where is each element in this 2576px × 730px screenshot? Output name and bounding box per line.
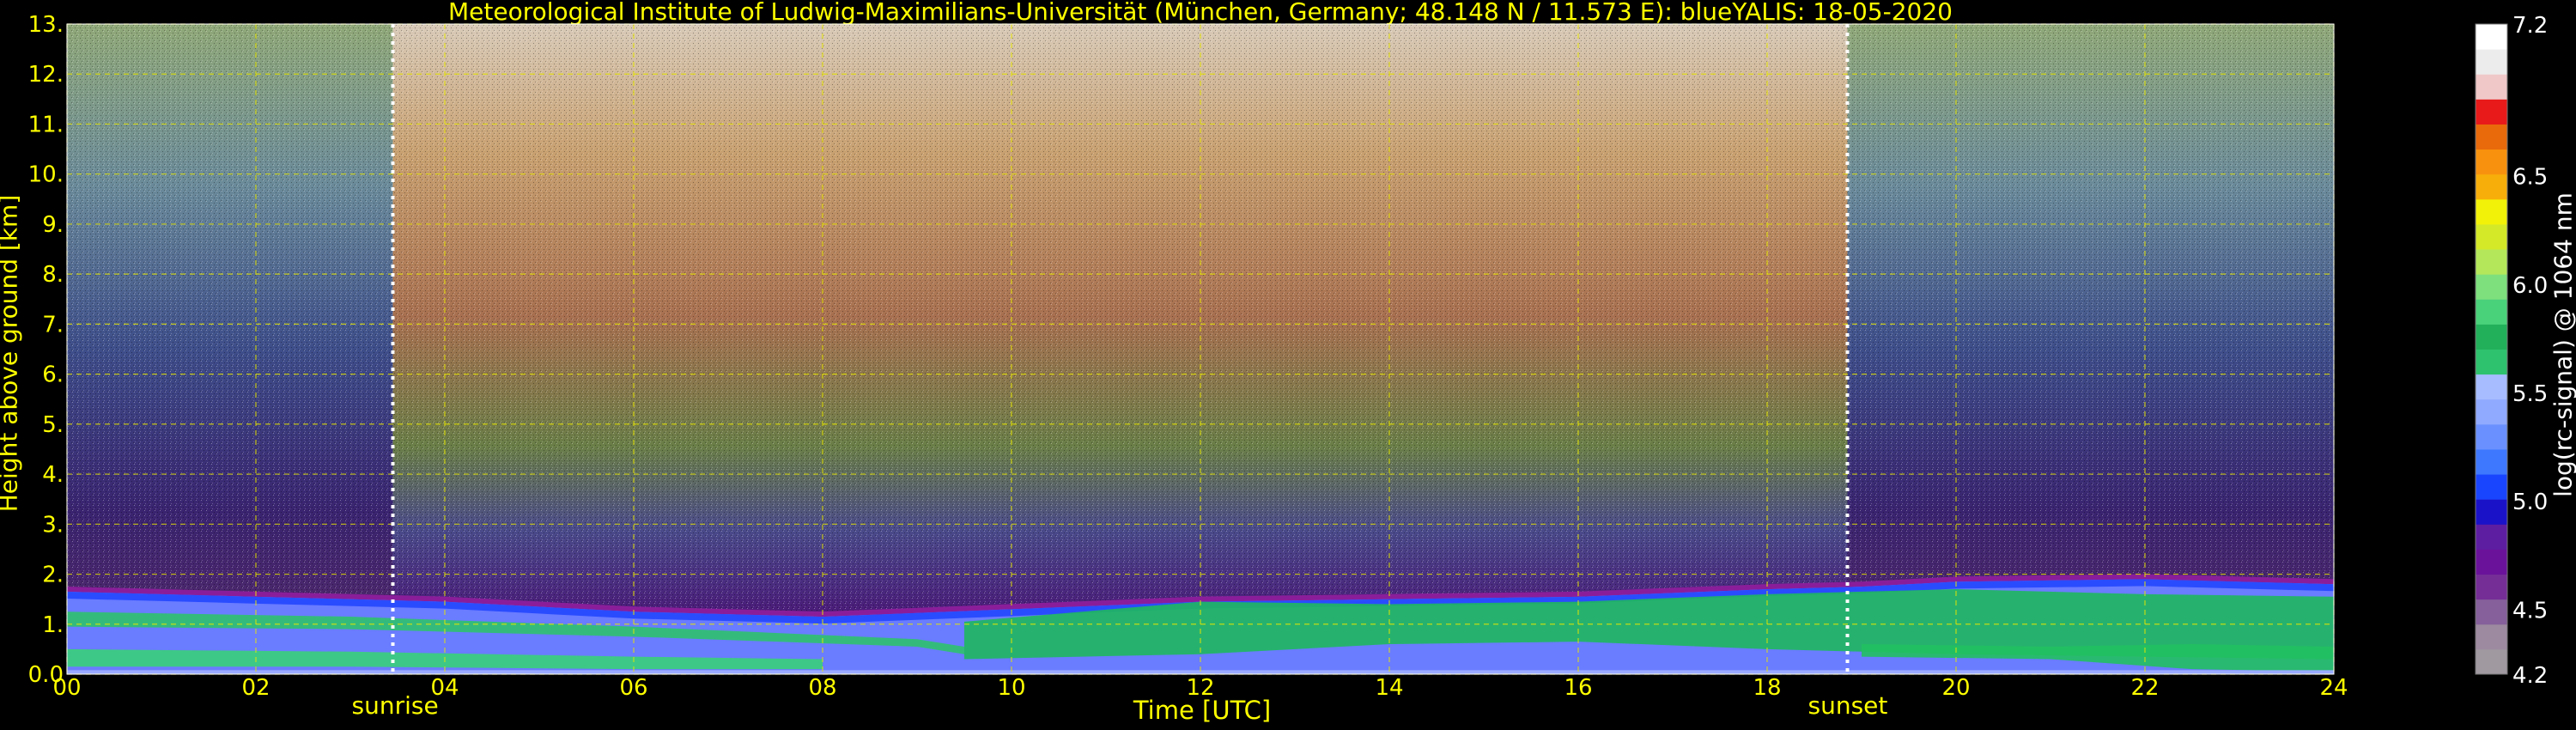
x-tick-label: 02 [241,675,270,701]
y-tick-label: 1. [42,612,64,638]
y-axis-label: Height above ground [km] [0,194,23,513]
y-tick-labels: 0.0 1. 2. 3. 4. 5. 6. 7. 8. 9. 10. 11. 12. 13. [28,12,64,688]
colorbar-segment [2476,24,2507,50]
colorbar-tick-label: 6.5 [2512,165,2548,191]
colorbar-tick-label: 5.0 [2512,490,2548,515]
lidar-chart: Meteorological Institute of Ludwig-Maxim… [0,0,2576,730]
x-axis-label: Time [UTC] [1133,696,1272,725]
y-tick-label: 2. [42,563,64,588]
y-tick-label: 12. [28,62,64,88]
colorbar-segment [2476,374,2507,400]
y-tick-label: 10. [28,162,64,188]
x-tick-label: 22 [2130,675,2159,701]
colorbar-segment [2476,474,2507,500]
colorbar-segment [2476,249,2507,275]
x-tick-label: 08 [808,675,836,701]
y-tick-label: 5. [42,412,64,438]
y-tick-label: 6. [42,362,64,388]
y-tick-label: 9. [42,212,64,238]
colorbar-segment [2476,499,2507,525]
colorbar-segment [2476,549,2507,575]
colorbar-segment [2476,599,2507,625]
y-tick-label: 3. [42,512,64,538]
colorbar-tick-label: 7.2 [2512,13,2548,39]
colorbar-segment [2476,49,2507,75]
colorbar-segment [2476,349,2507,375]
y-tick-label: 8. [42,262,64,288]
colorbar-segment [2476,524,2507,550]
chart-canvas: 00 02 04 06 08 10 12 14 16 18 20 22 24 0.01.2.3.4.5.… [28,12,2549,701]
colorbar-segment [2476,648,2507,675]
x-tick-label: 06 [619,675,647,701]
colorbar-segment [2476,423,2507,450]
colorbar-segment [2476,274,2507,300]
colorbar-segment [2476,223,2507,250]
y-tick-label: 11. [28,112,64,137]
colorbar-tick-label: 6.0 [2512,273,2548,299]
colorbar-segment [2476,198,2507,225]
colorbar-segment [2476,173,2507,200]
y-tick-label: 4. [42,462,64,488]
sunrise-label: sunrise [351,691,439,720]
y-tick-label: 7. [42,312,64,338]
colorbar-tick-label: 5.5 [2512,381,2548,407]
x-tick-label: 24 [2319,675,2348,701]
colorbar-segment [2476,74,2507,100]
y-tick-label: 0.0 [28,662,64,688]
x-tick-label: 18 [1753,675,1781,701]
colorbar-segment [2476,324,2507,350]
x-tick-label: 16 [1564,675,1592,701]
colorbar-segment [2476,99,2507,125]
colorbar-segment [2476,149,2507,175]
colorbar-segment [2476,448,2507,475]
colorbar-tick-label: 4.2 [2512,663,2548,689]
colorbar-segment [2476,398,2507,425]
colorbar-segment [2476,574,2507,600]
sunset-label: sunset [1807,691,1888,720]
colorbar: 4.2 4.5 5.0 5.5 6.0 6.5 7.2 [2475,13,2548,689]
x-tick-label: 20 [1941,675,1970,701]
colorbar-segment [2476,124,2507,150]
colorbar-segment [2476,299,2507,325]
colorbar-label: log(rc-signal) @ 1064 nm [2549,192,2576,497]
colorbar-segment [2476,624,2507,650]
colorbar-tick-label: 4.5 [2512,598,2548,624]
y-tick-label: 13. [28,12,64,38]
